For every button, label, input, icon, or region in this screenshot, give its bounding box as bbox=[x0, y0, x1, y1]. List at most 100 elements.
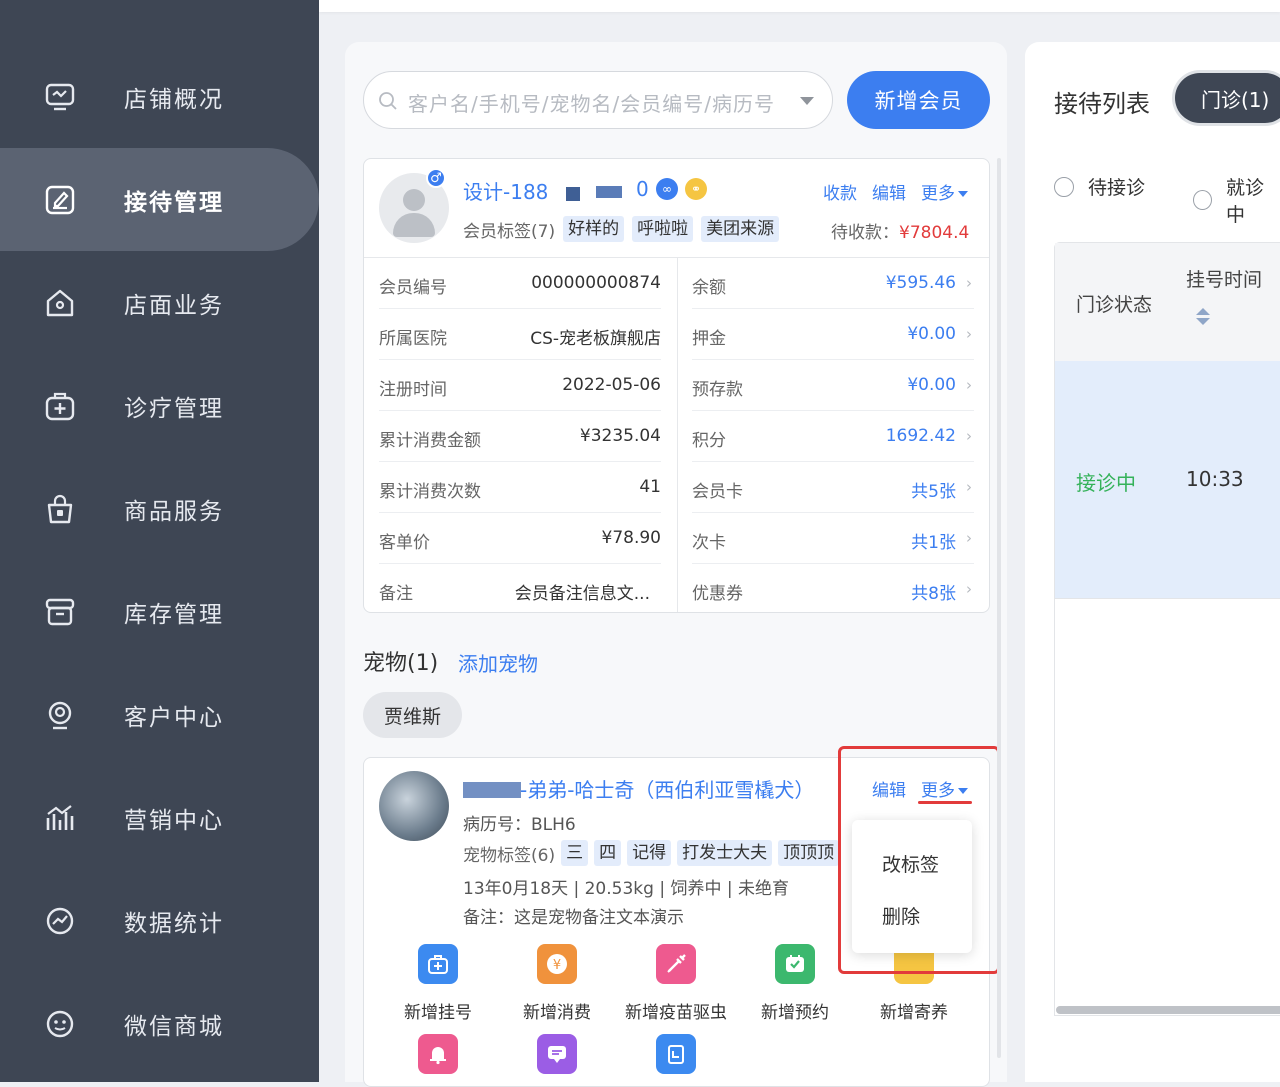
more-member-button[interactable]: 更多 bbox=[921, 179, 968, 204]
pet-name[interactable]: -弟弟-哈士奇（西伯利亚雪橇犬） bbox=[520, 774, 814, 803]
row-key: 备注 bbox=[379, 584, 413, 604]
record-button[interactable] bbox=[621, 1034, 731, 1074]
account-row-prepaid[interactable]: 预存款 ¥0.00 › bbox=[692, 360, 974, 411]
pets-heading: 宠物(1) bbox=[363, 651, 439, 676]
sidebar-item-store-business[interactable]: 店面业务 bbox=[0, 251, 319, 354]
account-row-coupon[interactable]: 优惠券 共8张 › bbox=[692, 564, 974, 615]
tab-outpatient[interactable]: 门诊(1) bbox=[1175, 73, 1280, 123]
chain-link-icon[interactable]: ⚭ bbox=[685, 178, 707, 200]
message-button[interactable] bbox=[502, 1034, 612, 1074]
sidebar-item-reception[interactable]: 接待管理 bbox=[0, 148, 319, 251]
row-value: ¥78.90 bbox=[601, 528, 661, 548]
row-value: 共5张 bbox=[911, 482, 956, 502]
chevron-right-icon: › bbox=[966, 325, 972, 343]
member-tag: 呼啦啦 bbox=[632, 216, 694, 242]
horizontal-scrollbar[interactable] bbox=[1056, 1006, 1280, 1014]
row-key: 会员编号 bbox=[379, 278, 447, 298]
member-info-row: 累计消费金额 ¥3235.04 bbox=[379, 411, 661, 462]
sidebar-item-marketing[interactable]: 营销中心 bbox=[0, 766, 319, 869]
account-row-times-card[interactable]: 次卡 共1张 › bbox=[692, 513, 974, 564]
divider bbox=[677, 258, 678, 612]
member-info-row: 所属医院 CS-宠老板旗舰店 bbox=[379, 309, 661, 360]
member-info-row: 备注 会员备注信息文... bbox=[379, 564, 661, 615]
row-value: ¥3235.04 bbox=[579, 426, 661, 446]
monitor-icon bbox=[45, 83, 75, 110]
sidebar-item-statistics[interactable]: 数据统计 bbox=[0, 869, 319, 972]
filter-waiting-radio[interactable]: 待接诊 bbox=[1054, 173, 1145, 200]
sidebar-item-wechat-mall[interactable]: 微信商城 bbox=[0, 972, 319, 1075]
member-name[interactable]: 设计-188 bbox=[463, 176, 548, 205]
chevron-down-icon[interactable] bbox=[800, 97, 814, 105]
row-key: 优惠券 bbox=[692, 584, 743, 604]
add-member-button[interactable]: 新增会员 bbox=[847, 71, 990, 129]
sidebar-item-label: 数据统计 bbox=[124, 910, 224, 937]
search-input[interactable]: 客户名/手机号/宠物名/会员编号/病历号 bbox=[363, 71, 833, 129]
amount-due-label: 待收款： bbox=[831, 223, 899, 243]
chevron-right-icon: › bbox=[966, 427, 972, 445]
column-header-time[interactable]: 挂号时间 bbox=[1186, 265, 1262, 292]
table-cell-status: 接诊中 bbox=[1076, 471, 1136, 495]
filter-in-progress-radio[interactable]: 就诊中 bbox=[1193, 173, 1280, 227]
link-icon[interactable]: ∞ bbox=[656, 178, 678, 200]
sidebar-item-store-overview[interactable]: 店铺概况 bbox=[0, 45, 319, 148]
sidebar-item-label: 客户中心 bbox=[124, 704, 224, 731]
row-value: ¥595.46 bbox=[885, 273, 956, 293]
redaction-block bbox=[596, 186, 622, 198]
row-value: 000000000874 bbox=[531, 273, 661, 293]
pet-tag: 记得 bbox=[627, 840, 672, 866]
sort-up-icon[interactable] bbox=[1196, 308, 1210, 315]
row-key: 积分 bbox=[692, 431, 726, 451]
account-row-deposit[interactable]: 押金 ¥0.00 › bbox=[692, 309, 974, 360]
row-key: 次卡 bbox=[692, 533, 726, 553]
redaction-block bbox=[566, 187, 580, 201]
quick-action-label: 新增寄养 bbox=[880, 1003, 948, 1023]
chat-icon bbox=[537, 1034, 577, 1074]
sidebar-item-treatment[interactable]: 诊疗管理 bbox=[0, 354, 319, 457]
search-icon bbox=[379, 92, 397, 110]
inventory-box-icon bbox=[45, 598, 75, 625]
reception-title: 接待列表 bbox=[1054, 90, 1150, 118]
add-registration-button[interactable]: 新增挂号 bbox=[383, 944, 493, 1023]
quick-action-label: 新增挂号 bbox=[404, 1003, 472, 1023]
chart-bar-icon bbox=[46, 804, 74, 830]
account-row-balance[interactable]: 余额 ¥595.46 › bbox=[692, 258, 974, 309]
search-placeholder: 客户名/手机号/宠物名/会员编号/病历号 bbox=[408, 92, 775, 116]
account-row-points[interactable]: 积分 1692.42 › bbox=[692, 411, 974, 462]
calendar-check-icon bbox=[775, 944, 815, 984]
caret-down-icon bbox=[958, 191, 968, 197]
sidebar-item-customer-center[interactable]: 客户中心 bbox=[0, 663, 319, 766]
sidebar-item-inventory[interactable]: 库存管理 bbox=[0, 560, 319, 663]
sort-down-icon[interactable] bbox=[1196, 318, 1210, 325]
member-tag: 美团来源 bbox=[701, 216, 780, 242]
sidebar-item-goods-services[interactable]: 商品服务 bbox=[0, 457, 319, 560]
radio-circle bbox=[1193, 190, 1213, 210]
reminder-button[interactable] bbox=[383, 1034, 493, 1074]
redaction-block bbox=[463, 782, 521, 798]
account-row-member-card[interactable]: 会员卡 共5张 › bbox=[692, 462, 974, 513]
row-value: 共1张 bbox=[911, 533, 956, 553]
chevron-right-icon: › bbox=[966, 376, 972, 394]
add-appointment-button[interactable]: 新增预约 bbox=[740, 944, 850, 1023]
scrollbar[interactable] bbox=[997, 158, 1001, 1058]
add-vaccine-deworm-button[interactable]: 新增疫苗驱虫 bbox=[621, 944, 731, 1023]
collect-payment-button[interactable]: 收款 bbox=[823, 179, 857, 204]
member-info-row: 累计消费次数 41 bbox=[379, 462, 661, 513]
radio-label: 就诊中 bbox=[1226, 177, 1265, 226]
pet-chip[interactable]: 贾维斯 bbox=[363, 692, 462, 738]
add-consumption-button[interactable]: ¥ 新增消费 bbox=[502, 944, 612, 1023]
chevron-right-icon: › bbox=[966, 274, 972, 292]
pet-tag: 打发士大夫 bbox=[677, 840, 773, 866]
pet-tag: 三 bbox=[561, 840, 589, 866]
row-key: 注册时间 bbox=[379, 380, 447, 400]
sidebar-item-label: 店铺概况 bbox=[124, 86, 224, 113]
add-pet-link[interactable]: 添加宠物 bbox=[458, 648, 538, 677]
row-value: 2022-05-06 bbox=[562, 375, 661, 395]
wechat-icon bbox=[46, 1010, 74, 1037]
pet-tags: 宠物标签(6) 三 四 记得 打发士大夫 顶顶顶 bbox=[463, 840, 849, 866]
member-info-row: 会员编号 000000000874 bbox=[379, 258, 661, 309]
row-key: 客单价 bbox=[379, 533, 430, 553]
chevron-right-icon: › bbox=[966, 478, 972, 496]
edit-member-button[interactable]: 编辑 bbox=[872, 179, 906, 204]
yuan-coin-icon: ¥ bbox=[537, 944, 577, 984]
row-value: ¥0.00 bbox=[907, 375, 956, 395]
